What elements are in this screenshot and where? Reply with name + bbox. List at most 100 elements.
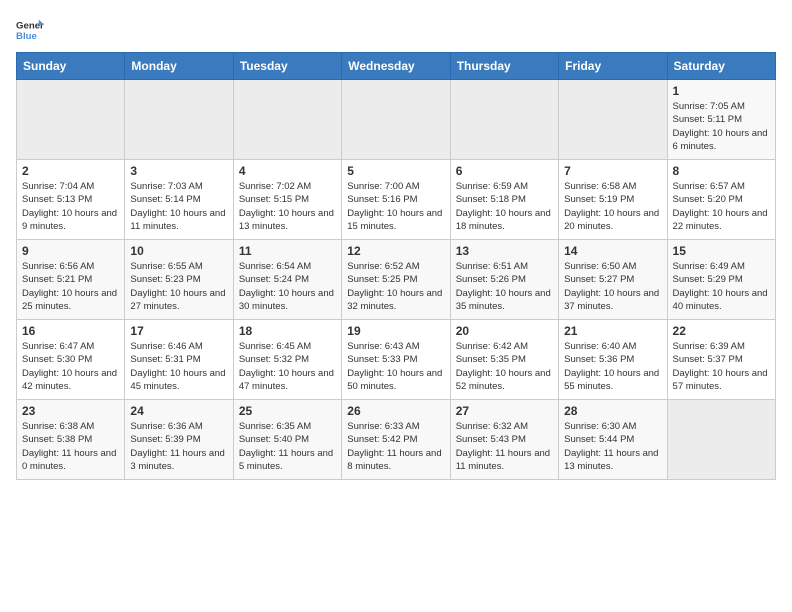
calendar-cell: 22 Sunrise: 6:39 AM Sunset: 5:37 PM Dayli…: [667, 320, 775, 400]
calendar-cell: [125, 80, 233, 160]
day-info: Sunrise: 7:05 AM Sunset: 5:11 PM Dayligh…: [673, 100, 770, 153]
day-number: 14: [564, 244, 661, 258]
day-info: Sunrise: 6:46 AM Sunset: 5:31 PM Dayligh…: [130, 340, 227, 393]
day-number: 25: [239, 404, 336, 418]
day-header-saturday: Saturday: [667, 53, 775, 80]
day-header-wednesday: Wednesday: [342, 53, 450, 80]
day-info: Sunrise: 6:32 AM Sunset: 5:43 PM Dayligh…: [456, 420, 553, 473]
day-number: 21: [564, 324, 661, 338]
calendar-cell: 9 Sunrise: 6:56 AM Sunset: 5:21 PM Daylig…: [17, 240, 125, 320]
day-number: 27: [456, 404, 553, 418]
day-info: Sunrise: 6:33 AM Sunset: 5:42 PM Dayligh…: [347, 420, 444, 473]
day-info: Sunrise: 6:58 AM Sunset: 5:19 PM Dayligh…: [564, 180, 661, 233]
day-info: Sunrise: 6:42 AM Sunset: 5:35 PM Dayligh…: [456, 340, 553, 393]
day-number: 20: [456, 324, 553, 338]
day-number: 28: [564, 404, 661, 418]
day-number: 3: [130, 164, 227, 178]
calendar-cell: 24 Sunrise: 6:36 AM Sunset: 5:39 PM Dayli…: [125, 400, 233, 480]
calendar-cell: 1 Sunrise: 7:05 AM Sunset: 5:11 PM Daylig…: [667, 80, 775, 160]
svg-text:Blue: Blue: [16, 31, 37, 42]
calendar-cell: 13 Sunrise: 6:51 AM Sunset: 5:26 PM Dayli…: [450, 240, 558, 320]
page-header: General Blue: [16, 16, 776, 44]
day-number: 16: [22, 324, 119, 338]
logo: General Blue: [16, 16, 48, 44]
day-number: 15: [673, 244, 770, 258]
day-info: Sunrise: 6:36 AM Sunset: 5:39 PM Dayligh…: [130, 420, 227, 473]
day-info: Sunrise: 7:02 AM Sunset: 5:15 PM Dayligh…: [239, 180, 336, 233]
day-header-thursday: Thursday: [450, 53, 558, 80]
day-header-friday: Friday: [559, 53, 667, 80]
calendar-cell: 16 Sunrise: 6:47 AM Sunset: 5:30 PM Dayli…: [17, 320, 125, 400]
day-number: 18: [239, 324, 336, 338]
day-info: Sunrise: 6:50 AM Sunset: 5:27 PM Dayligh…: [564, 260, 661, 313]
day-info: Sunrise: 6:52 AM Sunset: 5:25 PM Dayligh…: [347, 260, 444, 313]
calendar-cell: 4 Sunrise: 7:02 AM Sunset: 5:15 PM Daylig…: [233, 160, 341, 240]
calendar-cell: [233, 80, 341, 160]
calendar-cell: [342, 80, 450, 160]
day-info: Sunrise: 6:43 AM Sunset: 5:33 PM Dayligh…: [347, 340, 444, 393]
calendar-cell: [559, 80, 667, 160]
calendar-cell: 8 Sunrise: 6:57 AM Sunset: 5:20 PM Daylig…: [667, 160, 775, 240]
day-number: 5: [347, 164, 444, 178]
day-info: Sunrise: 7:03 AM Sunset: 5:14 PM Dayligh…: [130, 180, 227, 233]
calendar-cell: 23 Sunrise: 6:38 AM Sunset: 5:38 PM Dayli…: [17, 400, 125, 480]
day-number: 7: [564, 164, 661, 178]
day-info: Sunrise: 6:40 AM Sunset: 5:36 PM Dayligh…: [564, 340, 661, 393]
day-number: 22: [673, 324, 770, 338]
day-header-monday: Monday: [125, 53, 233, 80]
calendar-cell: 17 Sunrise: 6:46 AM Sunset: 5:31 PM Dayli…: [125, 320, 233, 400]
calendar-cell: 15 Sunrise: 6:49 AM Sunset: 5:29 PM Dayli…: [667, 240, 775, 320]
day-info: Sunrise: 6:57 AM Sunset: 5:20 PM Dayligh…: [673, 180, 770, 233]
day-info: Sunrise: 6:54 AM Sunset: 5:24 PM Dayligh…: [239, 260, 336, 313]
day-info: Sunrise: 6:35 AM Sunset: 5:40 PM Dayligh…: [239, 420, 336, 473]
day-number: 4: [239, 164, 336, 178]
day-header-tuesday: Tuesday: [233, 53, 341, 80]
calendar-table: SundayMondayTuesdayWednesdayThursdayFrid…: [16, 52, 776, 480]
day-info: Sunrise: 6:55 AM Sunset: 5:23 PM Dayligh…: [130, 260, 227, 313]
calendar-cell: 25 Sunrise: 6:35 AM Sunset: 5:40 PM Dayli…: [233, 400, 341, 480]
day-info: Sunrise: 7:00 AM Sunset: 5:16 PM Dayligh…: [347, 180, 444, 233]
calendar-cell: 18 Sunrise: 6:45 AM Sunset: 5:32 PM Dayli…: [233, 320, 341, 400]
calendar-cell: 7 Sunrise: 6:58 AM Sunset: 5:19 PM Daylig…: [559, 160, 667, 240]
day-info: Sunrise: 6:49 AM Sunset: 5:29 PM Dayligh…: [673, 260, 770, 313]
day-number: 9: [22, 244, 119, 258]
calendar-cell: 3 Sunrise: 7:03 AM Sunset: 5:14 PM Daylig…: [125, 160, 233, 240]
day-number: 12: [347, 244, 444, 258]
calendar-cell: 28 Sunrise: 6:30 AM Sunset: 5:44 PM Dayli…: [559, 400, 667, 480]
logo-icon: General Blue: [16, 16, 44, 44]
calendar-cell: 6 Sunrise: 6:59 AM Sunset: 5:18 PM Daylig…: [450, 160, 558, 240]
day-number: 19: [347, 324, 444, 338]
day-info: Sunrise: 6:30 AM Sunset: 5:44 PM Dayligh…: [564, 420, 661, 473]
calendar-cell: 12 Sunrise: 6:52 AM Sunset: 5:25 PM Dayli…: [342, 240, 450, 320]
day-number: 13: [456, 244, 553, 258]
day-header-sunday: Sunday: [17, 53, 125, 80]
calendar-cell: [450, 80, 558, 160]
day-number: 1: [673, 84, 770, 98]
day-info: Sunrise: 6:59 AM Sunset: 5:18 PM Dayligh…: [456, 180, 553, 233]
calendar-cell: 19 Sunrise: 6:43 AM Sunset: 5:33 PM Dayli…: [342, 320, 450, 400]
calendar-cell: 5 Sunrise: 7:00 AM Sunset: 5:16 PM Daylig…: [342, 160, 450, 240]
day-number: 10: [130, 244, 227, 258]
day-number: 26: [347, 404, 444, 418]
day-info: Sunrise: 6:45 AM Sunset: 5:32 PM Dayligh…: [239, 340, 336, 393]
day-info: Sunrise: 6:51 AM Sunset: 5:26 PM Dayligh…: [456, 260, 553, 313]
calendar-cell: 26 Sunrise: 6:33 AM Sunset: 5:42 PM Dayli…: [342, 400, 450, 480]
day-info: Sunrise: 6:38 AM Sunset: 5:38 PM Dayligh…: [22, 420, 119, 473]
calendar-cell: 2Sunrise: 7:04 AM Sunset: 5:13 PM Daylig…: [17, 160, 125, 240]
calendar-cell: [667, 400, 775, 480]
day-number: 23: [22, 404, 119, 418]
day-info: Sunrise: 6:47 AM Sunset: 5:30 PM Dayligh…: [22, 340, 119, 393]
calendar-cell: 14 Sunrise: 6:50 AM Sunset: 5:27 PM Dayli…: [559, 240, 667, 320]
day-info: Sunrise: 6:39 AM Sunset: 5:37 PM Dayligh…: [673, 340, 770, 393]
day-number: 11: [239, 244, 336, 258]
calendar-cell: 20 Sunrise: 6:42 AM Sunset: 5:35 PM Dayli…: [450, 320, 558, 400]
day-info: Sunrise: 7:04 AM Sunset: 5:13 PM Dayligh…: [22, 180, 119, 233]
day-info: Sunrise: 6:56 AM Sunset: 5:21 PM Dayligh…: [22, 260, 119, 313]
day-number: 8: [673, 164, 770, 178]
calendar-cell: 21 Sunrise: 6:40 AM Sunset: 5:36 PM Dayli…: [559, 320, 667, 400]
day-number: 24: [130, 404, 227, 418]
day-number: 6: [456, 164, 553, 178]
calendar-cell: [17, 80, 125, 160]
calendar-cell: 27 Sunrise: 6:32 AM Sunset: 5:43 PM Dayli…: [450, 400, 558, 480]
day-number: 17: [130, 324, 227, 338]
